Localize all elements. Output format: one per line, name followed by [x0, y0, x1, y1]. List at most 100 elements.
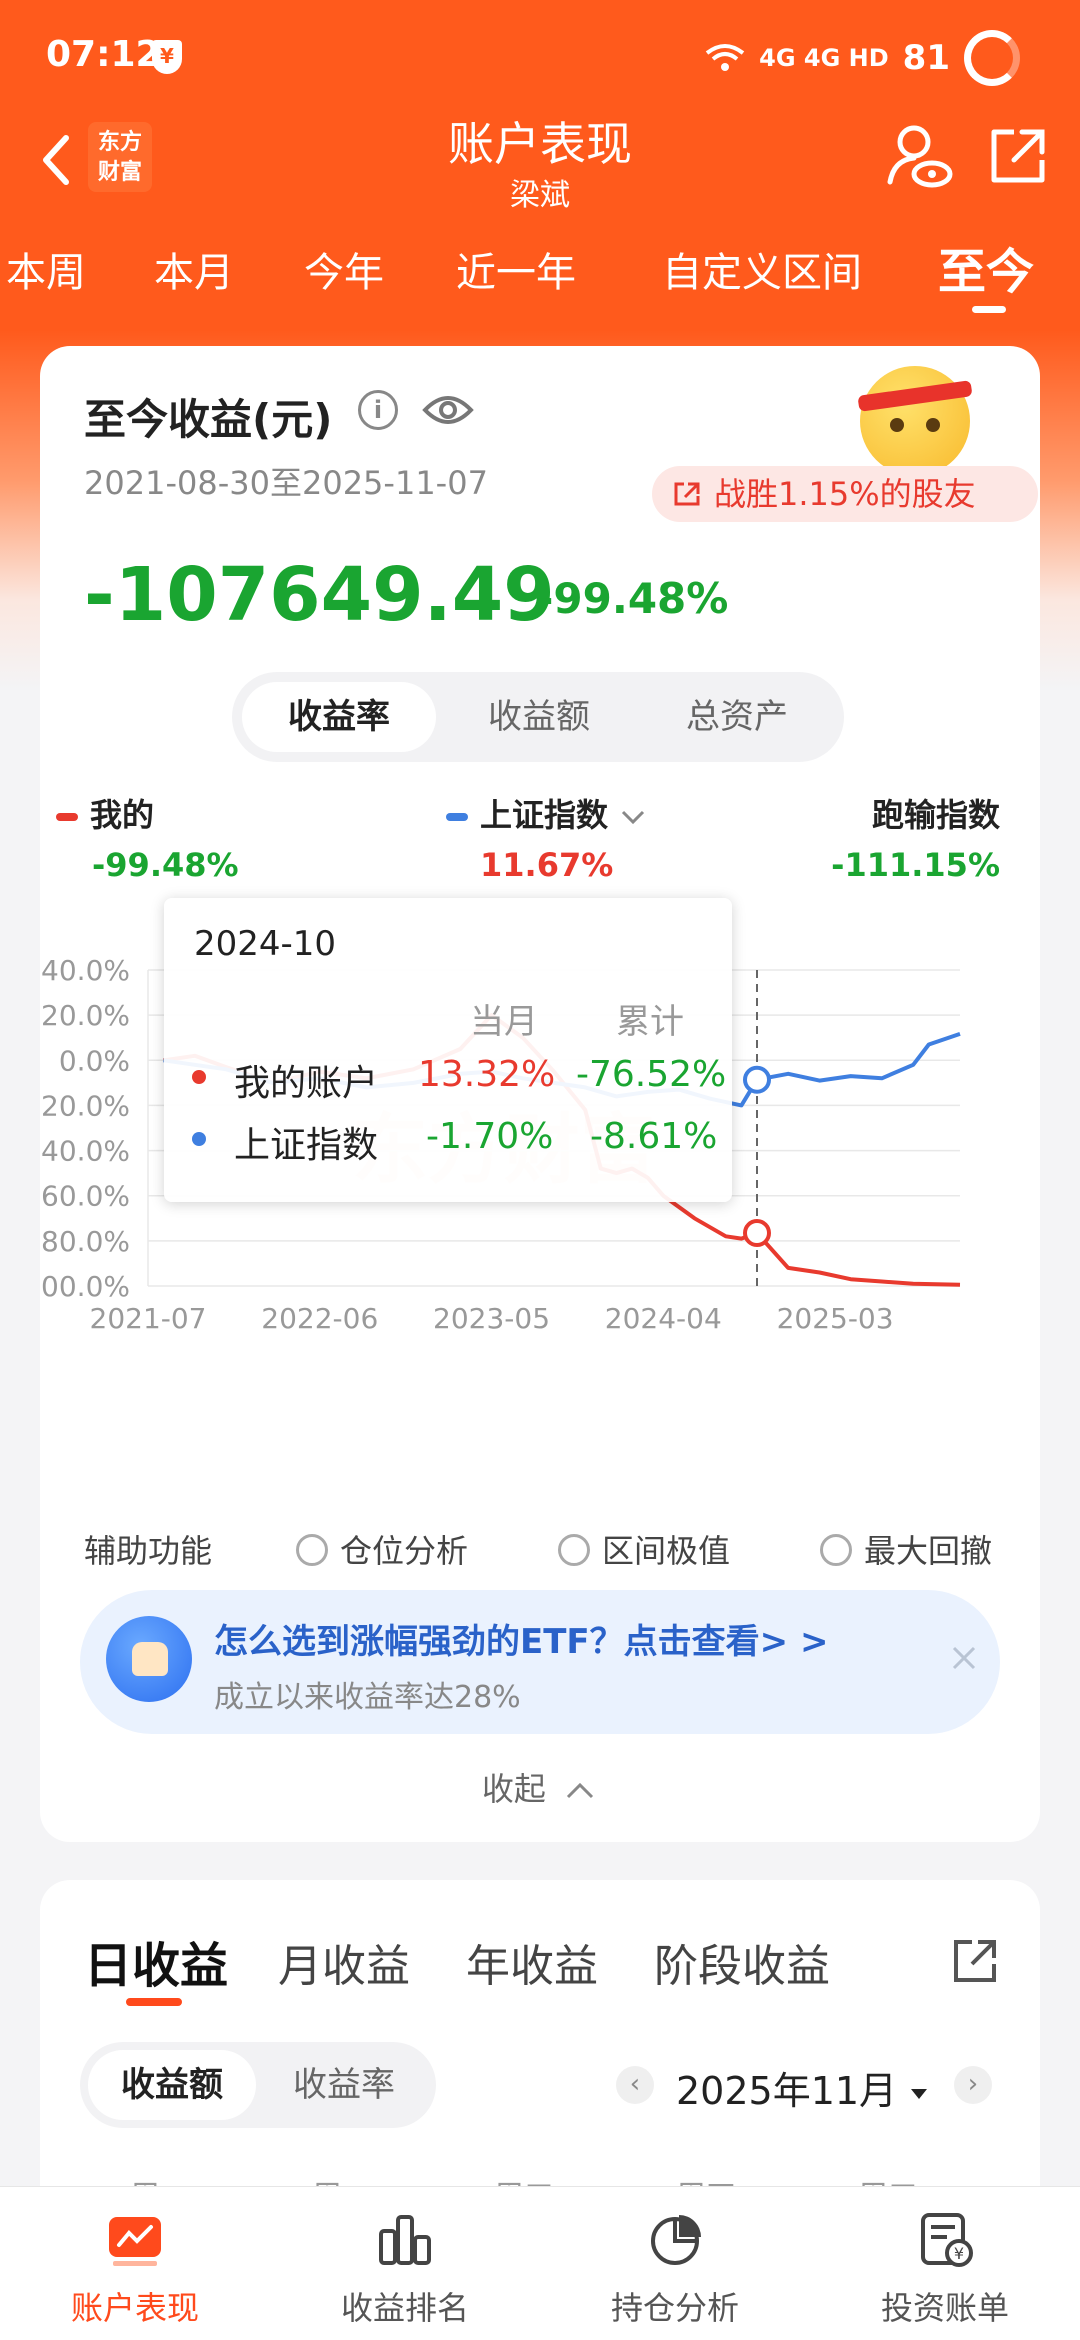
tooltip-date: 2024-10	[194, 924, 337, 964]
nav-investment-bill[interactable]: ¥ 投资账单	[810, 2187, 1080, 2340]
bill-icon: ¥	[921, 2213, 973, 2267]
nav-label: 投资账单	[880, 2289, 1009, 2327]
legend-index[interactable]: 上证指数 11.67%	[446, 790, 647, 884]
legend-mine-name: 我的	[90, 796, 155, 834]
mascot-eye	[890, 418, 904, 432]
x-tick-label: 2025-03	[777, 1302, 894, 1335]
close-icon[interactable]	[946, 1640, 982, 1676]
y-tick-label: -20.0%	[40, 1089, 130, 1122]
radio-icon	[296, 1534, 328, 1566]
x-tick-label: 2022-06	[261, 1302, 378, 1335]
tab-since-inception[interactable]: 至今	[938, 232, 1034, 302]
tooltip-dot-red	[192, 1070, 206, 1084]
y-tick-label: -60.0%	[40, 1180, 130, 1213]
previous-month-button[interactable]: ‹	[616, 2066, 654, 2104]
tab-monthly-income[interactable]: 月收益	[278, 1930, 410, 1994]
segment-income-amount[interactable]: 收益额	[88, 2050, 256, 2120]
shield-icon: ¥	[152, 40, 182, 74]
info-icon[interactable]: i	[358, 390, 398, 430]
segment-income-rate[interactable]: 收益率	[260, 2050, 428, 2120]
legend-underperform-value: -111.15%	[831, 846, 1000, 884]
radio-icon	[820, 1534, 852, 1566]
total-profit-value: -107649.49	[84, 552, 555, 638]
tooltip-dot-blue	[192, 1132, 206, 1146]
trend-chart-icon	[109, 2217, 161, 2266]
legend-index-name: 上证指数	[480, 796, 609, 834]
collapse-button[interactable]: 收起	[40, 1764, 1040, 1810]
caret-down-icon	[911, 2088, 928, 2099]
beat-ratio-text: 战胜1.15%的股友	[714, 475, 976, 513]
nav-account-performance[interactable]: 账户表现	[0, 2187, 270, 2340]
y-tick-label: -40.0%	[40, 1135, 130, 1168]
summary-title: 至今收益(元)	[84, 395, 333, 444]
tooltip-total-value: -8.61%	[590, 1116, 718, 1157]
y-tick-label: 0.0%	[59, 1044, 130, 1077]
option-position-analysis[interactable]: 仓位分析	[296, 1526, 468, 1572]
legend-mine: 我的 -99.48%	[56, 790, 239, 884]
etf-promo-banner[interactable]: 怎么选到涨幅强劲的ETF？点击查看> > 成立以来收益率达28%	[80, 1590, 1000, 1734]
thumbs-up-hand	[132, 1642, 168, 1676]
nav-label: 收益排名	[340, 2289, 469, 2327]
x-tick-label: 2023-05	[433, 1302, 550, 1335]
legend-swatch-blue	[446, 813, 468, 821]
active-tab-indicator	[972, 306, 1006, 313]
app-header: 东方 财富 账户表现 梁斌	[0, 100, 1080, 220]
nav-income-ranking[interactable]: 收益排名	[270, 2187, 540, 2340]
status-bar: 07:12 ¥ 4G 4G HD 81	[0, 0, 1080, 115]
beat-ratio-badge[interactable]: 战胜1.15%的股友	[652, 466, 1038, 522]
y-tick-label: -80.0%	[40, 1225, 130, 1258]
income-tab-indicator	[126, 1998, 182, 2006]
radio-icon	[558, 1534, 590, 1566]
tab-this-week[interactable]: 本周	[6, 240, 86, 298]
segment-return-amount[interactable]: 收益额	[442, 682, 636, 752]
tab-last-year[interactable]: 近一年	[456, 240, 576, 298]
share-icon[interactable]	[950, 1936, 1000, 1986]
option-max-drawdown[interactable]: 最大回撤	[820, 1526, 992, 1572]
highlight-point-sse-index	[743, 1065, 771, 1094]
eye-icon[interactable]	[422, 392, 474, 428]
chevron-down-icon	[622, 810, 645, 825]
month-label: 2025年11月	[676, 2069, 898, 2113]
tooltip-row-name: 我的账户	[234, 1063, 379, 1104]
legend-underperform: 跑输指数 -111.15%	[831, 790, 1000, 884]
user-view-icon[interactable]	[884, 122, 954, 192]
tab-yearly-income[interactable]: 年收益	[466, 1930, 598, 1994]
battery-level: 81	[902, 38, 950, 78]
share-small-icon	[674, 482, 700, 506]
date-range: 2021-08-30至2025-11-07	[84, 464, 488, 502]
chart-tooltip: 2024-10 当月 累计 我的账户 13.32% -76.52% 上证指数 -…	[164, 898, 732, 1202]
legend-underperform-name: 跑输指数	[871, 796, 1000, 834]
share-icon[interactable]	[986, 124, 1050, 188]
promo-subtitle: 成立以来收益率达28%	[214, 1680, 521, 1715]
highlight-point-my-account	[743, 1219, 771, 1248]
month-selector[interactable]: 2025年11月	[676, 2060, 929, 2115]
tab-this-month[interactable]: 本月	[154, 240, 234, 298]
tab-stage-income[interactable]: 阶段收益	[654, 1930, 830, 1994]
collapse-label: 收起	[481, 1770, 546, 1808]
bottom-navigation: 账户表现 收益排名 持仓分析 ¥ 投资账单	[0, 2186, 1080, 2340]
segment-total-assets[interactable]: 总资产	[640, 682, 834, 752]
segment-return-rate[interactable]: 收益率	[242, 682, 436, 752]
tooltip-month-value: -1.70%	[426, 1116, 554, 1157]
option-label: 区间极值	[602, 1532, 731, 1570]
tooltip-col-month: 当月	[470, 1002, 538, 1042]
tab-this-year[interactable]: 今年	[304, 240, 384, 298]
tab-daily-income[interactable]: 日收益	[84, 1926, 228, 1996]
y-tick-label: 20.0%	[41, 999, 130, 1032]
option-range-extremes[interactable]: 区间极值	[558, 1526, 730, 1572]
nav-holdings-analysis[interactable]: 持仓分析	[540, 2187, 810, 2340]
option-label: 最大回撤	[864, 1532, 993, 1570]
pie-chart-icon	[651, 2215, 701, 2265]
tooltip-col-total: 累计	[616, 1002, 684, 1042]
x-tick-label: 2021-07	[90, 1302, 207, 1335]
nav-label: 账户表现	[70, 2289, 199, 2327]
legend-mine-value: -99.48%	[92, 846, 239, 884]
tooltip-row-name: 上证指数	[234, 1125, 379, 1166]
y-tick-label: 40.0%	[41, 954, 130, 987]
chevron-up-icon	[567, 1782, 594, 1799]
aux-label: 辅助功能	[84, 1532, 213, 1570]
next-month-button[interactable]: ›	[954, 2066, 992, 2104]
tab-custom-range[interactable]: 自定义区间	[662, 240, 862, 298]
status-indicators: 4G 4G HD 81	[705, 30, 1020, 86]
mascot-eye	[926, 418, 940, 432]
